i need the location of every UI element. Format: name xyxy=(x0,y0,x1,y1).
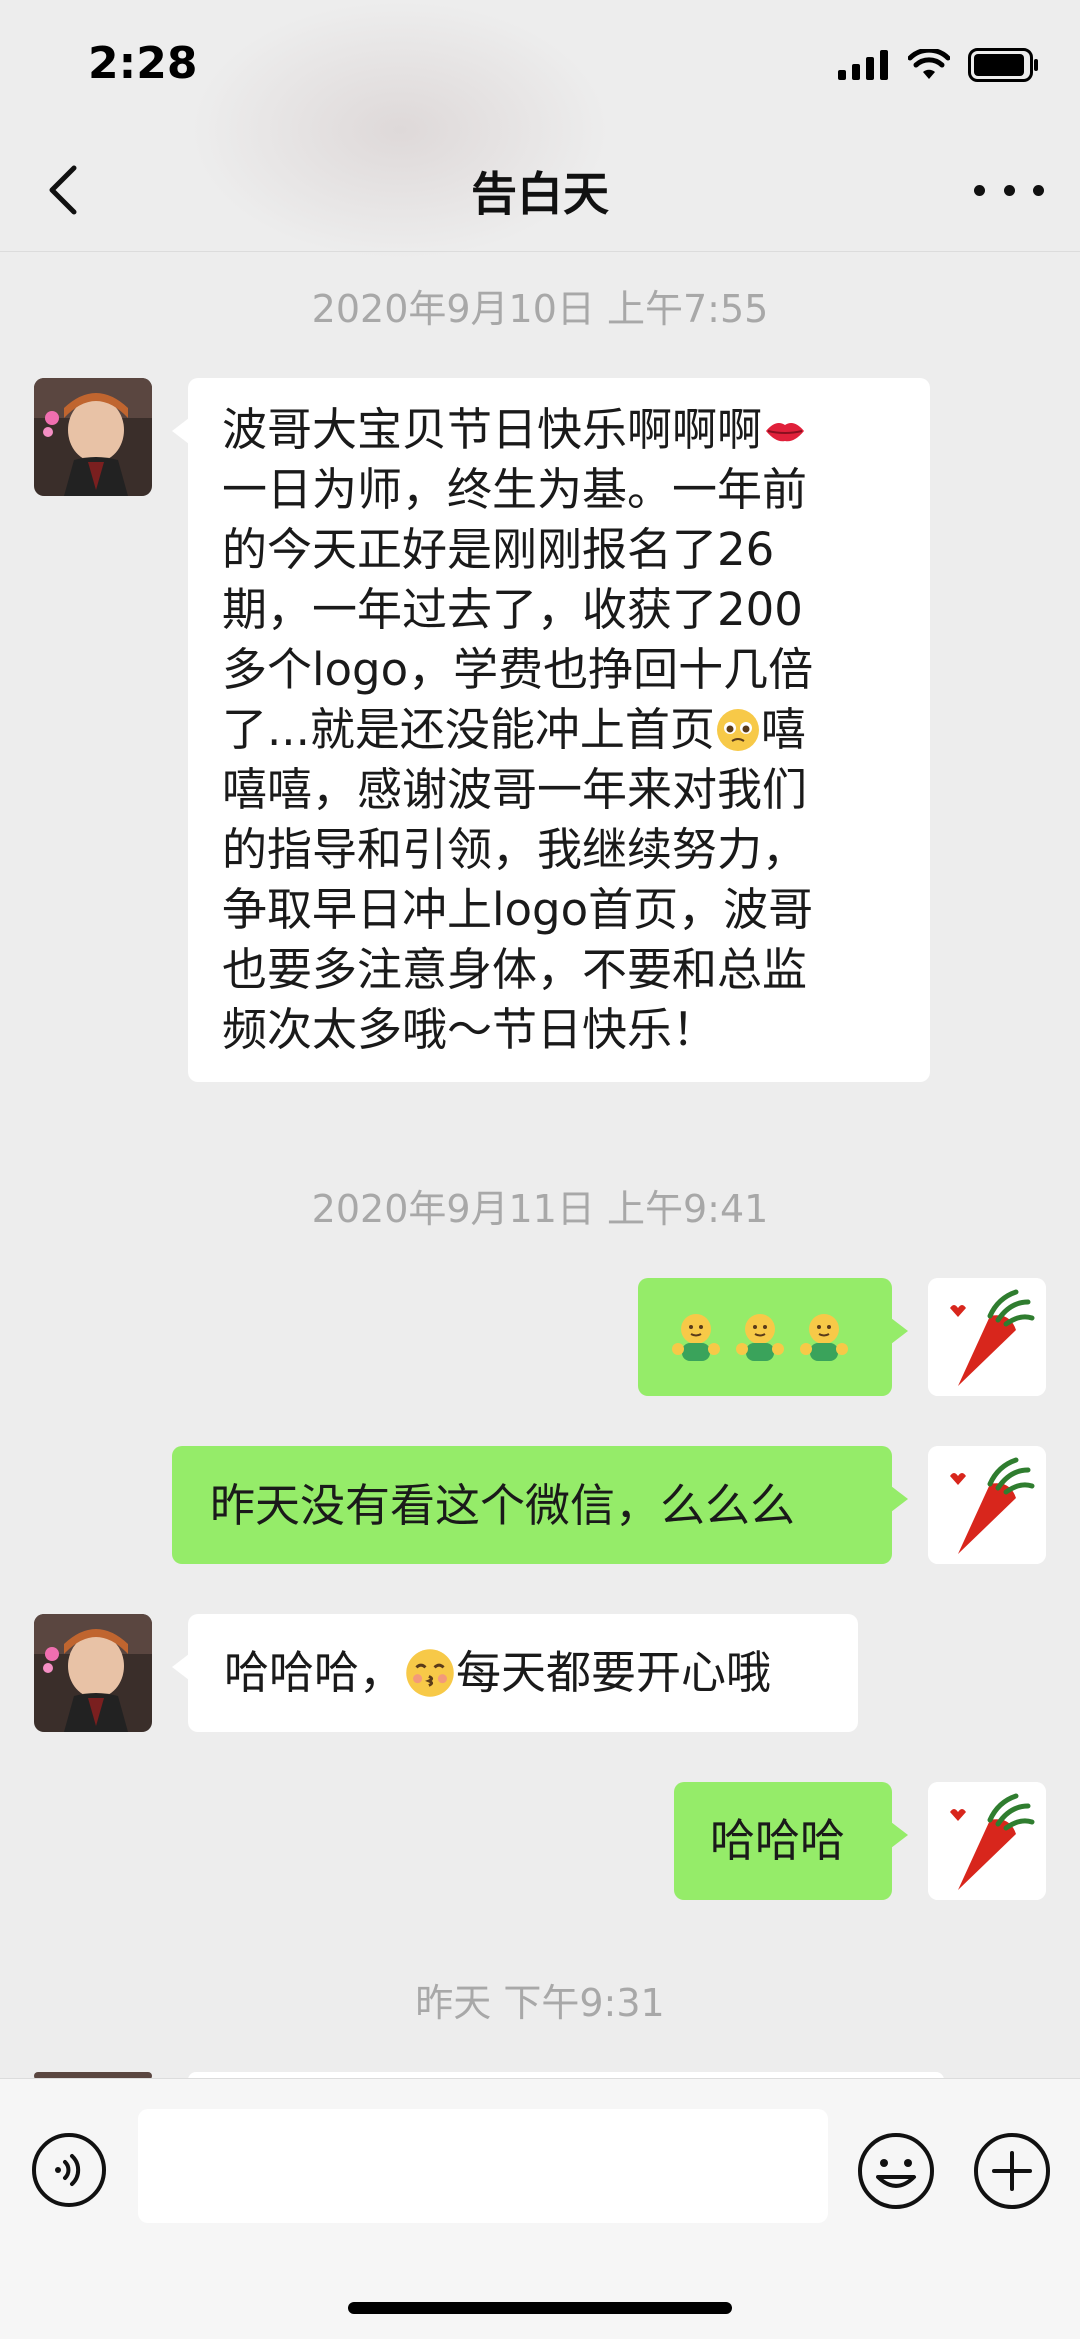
message-line: 的今天正好是刚刚报名了26 xyxy=(222,523,775,576)
my-avatar[interactable] xyxy=(928,1278,1046,1396)
plus-icon xyxy=(974,2133,1050,2209)
kiss-emoji-icon xyxy=(406,1649,454,1697)
message-line: 多个logo，学费也挣回十几倍 xyxy=(222,643,814,696)
carrot-avatar-icon xyxy=(928,1446,1046,1564)
message-line: 频次太多哦～节日快乐！ xyxy=(222,1003,718,1056)
message-line: 也要多注意身体，不要和总监 xyxy=(222,943,808,996)
message-bubble-outgoing[interactable] xyxy=(638,1278,908,1396)
carrot-avatar-icon xyxy=(928,1278,1046,1396)
timestamp: 昨天 下午9:31 xyxy=(415,1981,665,2025)
input-bar xyxy=(0,2078,1080,2339)
hug-emoji-icon xyxy=(672,1314,720,1361)
message-bubble-incoming[interactable]: 波哥大宝贝节日快乐啊啊啊 一日为师，终生为基。一年前 的今天正好是刚刚报名了26… xyxy=(172,378,930,1082)
ellipsis-icon xyxy=(974,184,985,196)
voice-icon xyxy=(32,2133,106,2207)
status-icons xyxy=(838,48,1040,82)
voice-button[interactable] xyxy=(30,2131,108,2209)
hug-emoji-icon xyxy=(800,1314,848,1361)
wifi-icon xyxy=(908,49,950,79)
carrot-avatar-icon xyxy=(928,1782,1046,1900)
message-line: 争取早日冲上logo首页，波哥 xyxy=(222,883,814,936)
lips-emoji-icon xyxy=(766,423,805,442)
timestamp: 2020年9月11日 上午9:41 xyxy=(311,1187,769,1231)
message-line: 期，一年过去了，收获了200 xyxy=(222,583,803,636)
status-bar: 2:28 xyxy=(0,0,1080,260)
message-line: 了...就是还没能冲上首页嘻 xyxy=(222,703,806,756)
contact-avatar[interactable] xyxy=(34,1614,152,1732)
more-button[interactable] xyxy=(974,160,1044,220)
home-indicator[interactable] xyxy=(348,2302,732,2314)
message-line: 的指导和引领，我继续努力， xyxy=(222,823,808,876)
my-avatar[interactable] xyxy=(928,1782,1046,1900)
timestamp: 2020年9月10日 上午7:55 xyxy=(311,287,769,331)
battery-icon xyxy=(968,48,1038,82)
message-input[interactable] xyxy=(138,2109,828,2223)
emoji-button[interactable] xyxy=(856,2131,936,2211)
hug-emoji-icon xyxy=(736,1314,784,1361)
pleading-emoji-icon xyxy=(716,709,759,751)
avatar-image xyxy=(34,378,152,496)
status-time: 2:28 xyxy=(88,38,198,89)
signal-icon xyxy=(838,50,888,80)
message-line: 波哥大宝贝节日快乐啊啊啊 xyxy=(222,400,896,460)
message-line: 一日为师，终生为基。一年前 xyxy=(222,463,808,516)
chat-title: 告白天 xyxy=(471,167,609,221)
avatar-image xyxy=(34,1614,152,1732)
smiley-icon xyxy=(858,2133,934,2209)
message-line: 嘻嘻，感谢波哥一年来对我们 xyxy=(222,763,808,816)
contact-avatar[interactable] xyxy=(34,378,152,496)
message-bubble-outgoing[interactable]: 昨天没有看这个微信，么么么 xyxy=(172,1446,908,1564)
nav-bar: 告白天 xyxy=(0,130,1080,252)
message-bubble-incoming[interactable]: 哈哈哈， 每天都要开心哦 xyxy=(172,1614,858,1732)
plus-button[interactable] xyxy=(972,2131,1052,2211)
my-avatar[interactable] xyxy=(928,1446,1046,1564)
message-bubble-outgoing[interactable]: 哈哈哈 xyxy=(674,1782,908,1900)
